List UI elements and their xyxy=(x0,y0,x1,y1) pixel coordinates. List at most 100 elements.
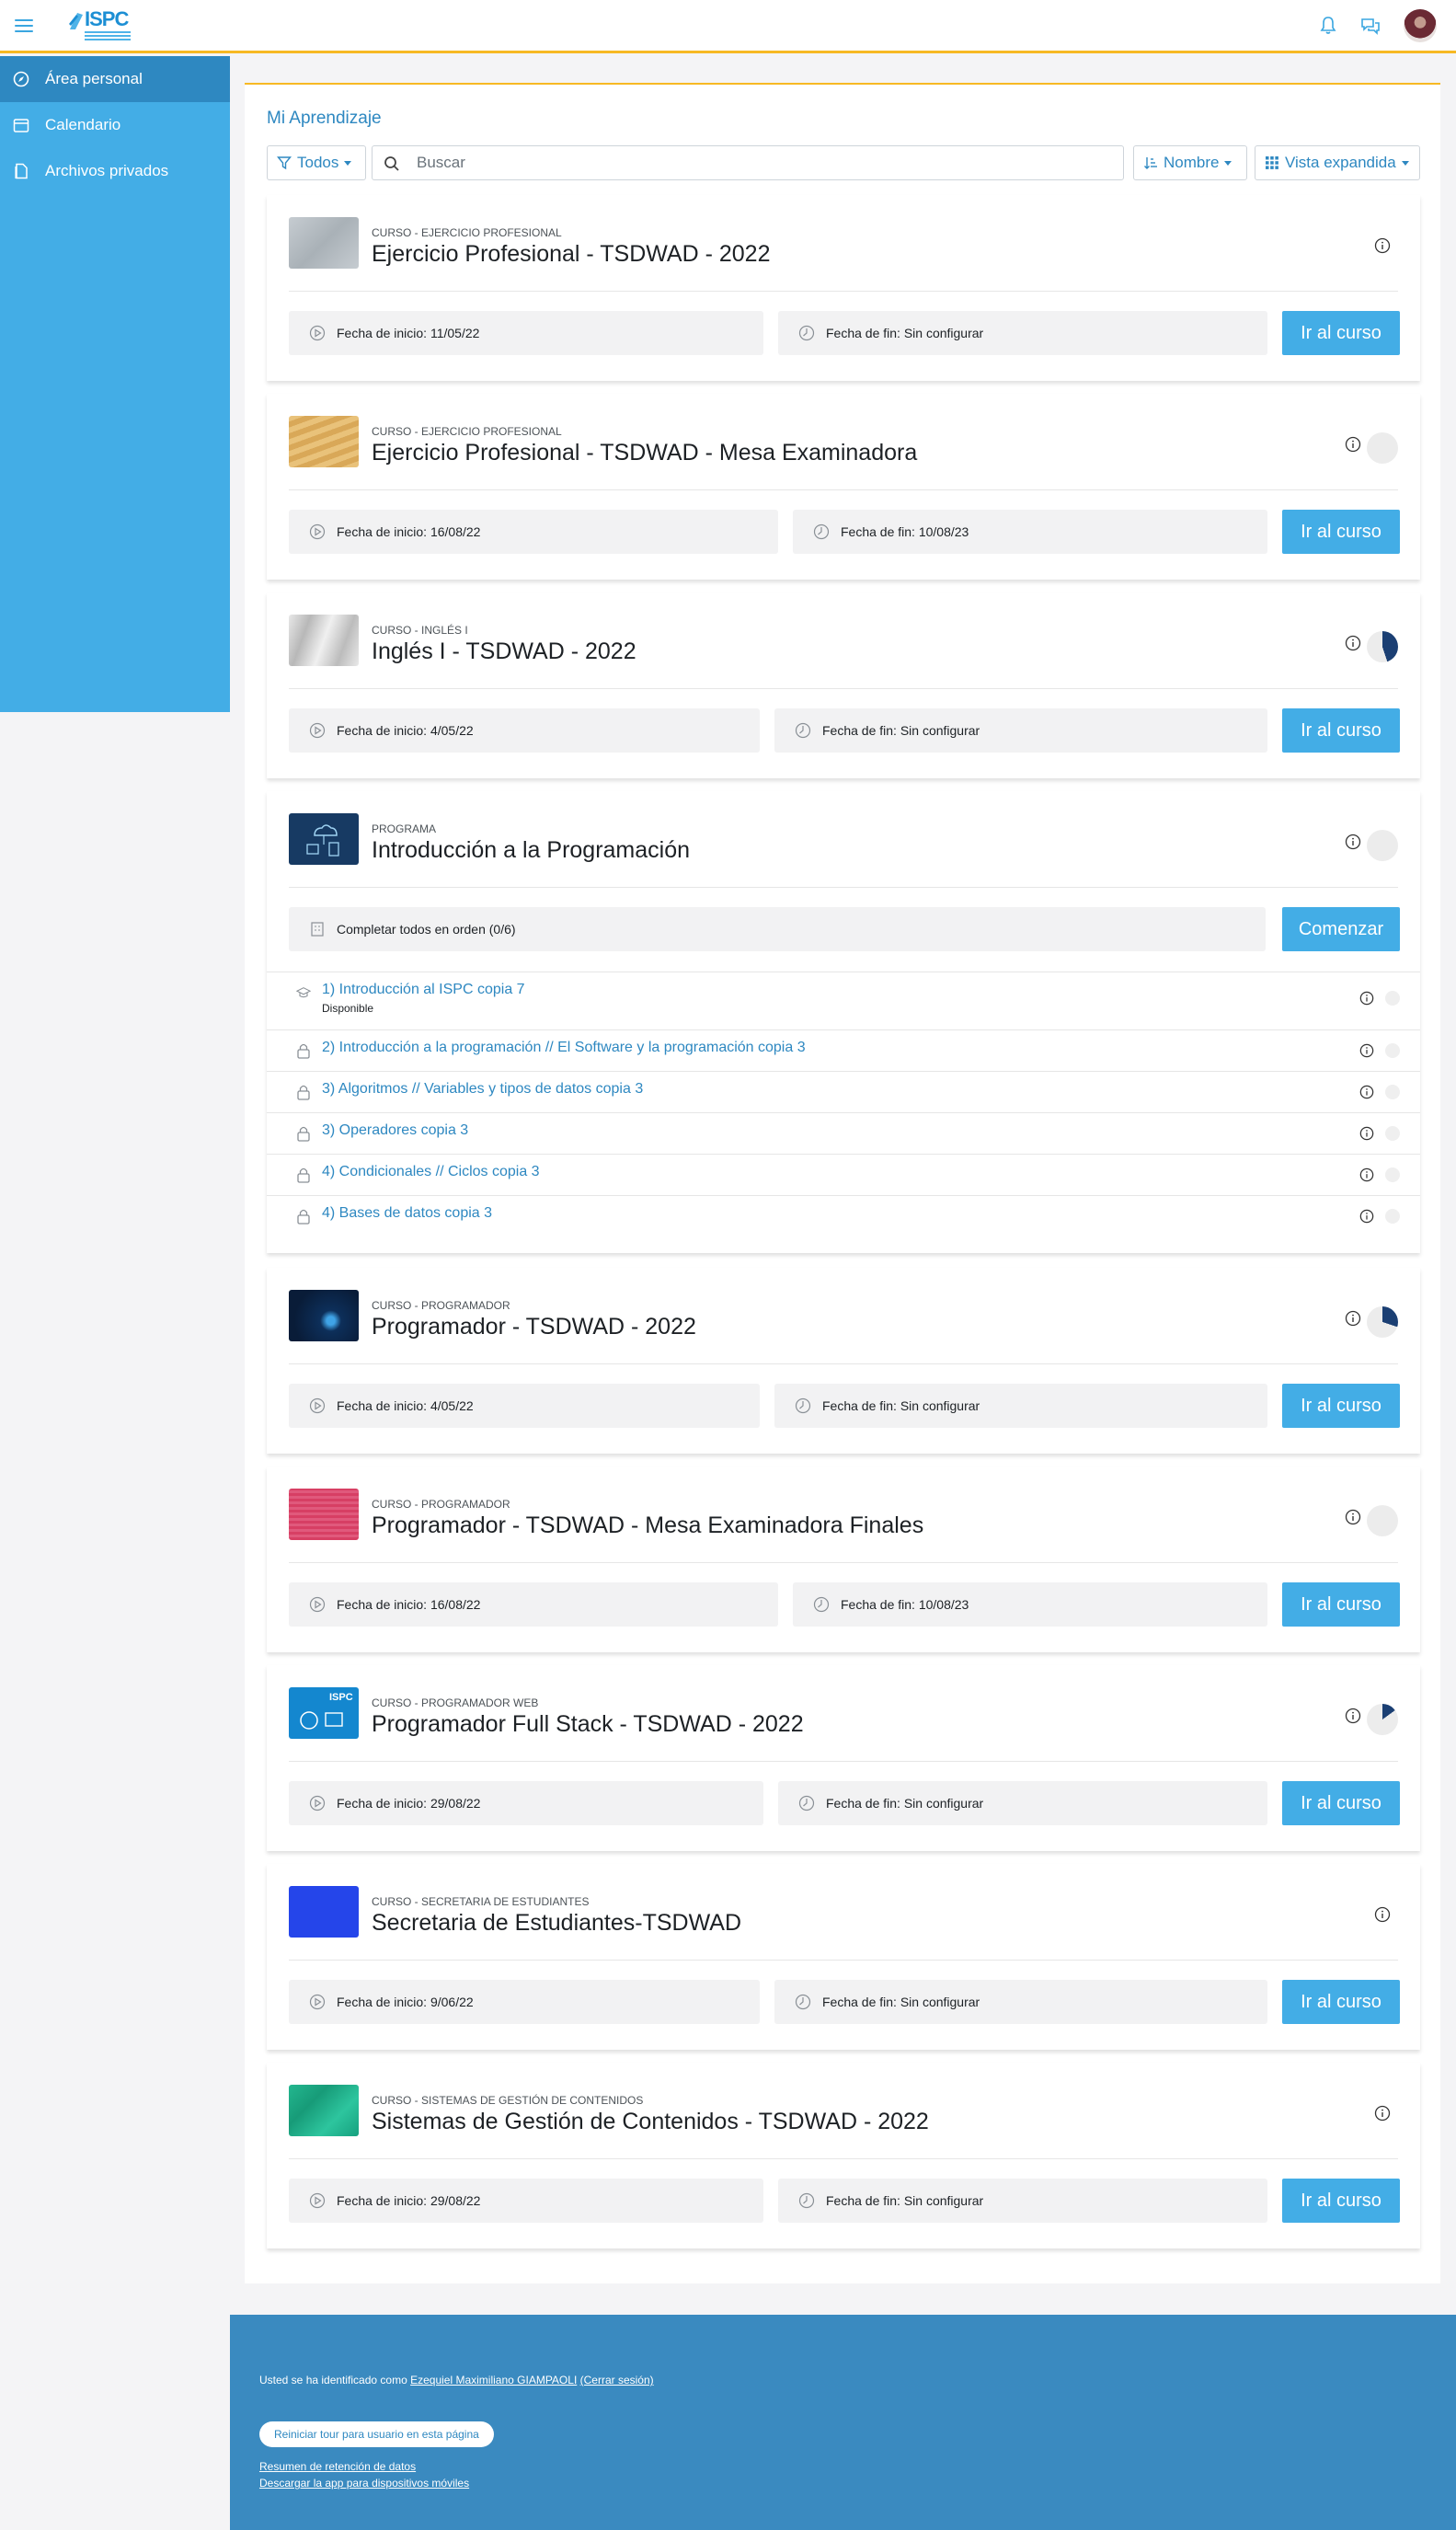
start-date-text: Fecha de inicio: 29/08/22 xyxy=(337,2193,481,2208)
course-name[interactable]: Programador - TSDWAD - 2022 xyxy=(372,1314,696,1340)
program-course-item[interactable]: 1) Introducción al ISPC copia 7 Disponib… xyxy=(267,972,1420,1029)
clock-icon xyxy=(798,2192,815,2209)
info-icon[interactable] xyxy=(1359,1085,1374,1099)
course-category: Curso - Ejercicio Profesional xyxy=(372,226,562,239)
program-course-link[interactable]: 2) Introducción a la programación // El … xyxy=(322,1040,806,1056)
info-icon[interactable] xyxy=(1359,1209,1374,1224)
course-image[interactable] xyxy=(289,416,359,467)
course-image[interactable] xyxy=(289,1290,359,1341)
course-name[interactable]: Programador - TSDWAD - Mesa Examinadora … xyxy=(372,1512,923,1539)
course-image[interactable] xyxy=(289,1489,359,1540)
course-image[interactable] xyxy=(289,615,359,666)
divider xyxy=(289,489,1398,490)
info-icon[interactable] xyxy=(1345,1708,1361,1724)
progress-dot xyxy=(1385,1209,1400,1224)
course-image[interactable]: ISPC xyxy=(289,1687,359,1739)
play-icon xyxy=(309,325,326,341)
end-date-text: Fecha de fin: 10/08/23 xyxy=(841,1597,969,1612)
user-profile-link[interactable]: Ezequiel Maximiliano GIAMPAOLI xyxy=(410,2374,577,2386)
end-date-text: Fecha de fin: Sin configurar xyxy=(826,326,984,340)
bell-icon[interactable] xyxy=(1317,15,1339,37)
info-icon[interactable] xyxy=(1345,436,1361,453)
end-date-text: Fecha de fin: Sin configurar xyxy=(826,1796,984,1811)
menu-icon[interactable] xyxy=(15,17,33,35)
course-card: Curso - Programador Programador - TSDWAD… xyxy=(267,1466,1420,1652)
info-icon[interactable] xyxy=(1345,1310,1361,1327)
info-icon[interactable] xyxy=(1374,2105,1391,2122)
course-image[interactable] xyxy=(289,2085,359,2136)
course-image[interactable] xyxy=(289,217,359,269)
go-to-course-button[interactable]: Ir al curso xyxy=(1282,2179,1400,2223)
course-image[interactable] xyxy=(289,1886,359,1938)
view-dropdown[interactable]: Vista expandida xyxy=(1255,145,1420,180)
start-date: Fecha de inicio: 4/05/22 xyxy=(289,708,760,753)
reset-tour-button[interactable]: Reiniciar tour para usuario en esta pági… xyxy=(259,2421,494,2447)
program-course-item[interactable]: 4) Bases de datos copia 3 xyxy=(267,1195,1420,1236)
sort-dropdown[interactable]: Nombre xyxy=(1133,145,1247,180)
course-name[interactable]: Ejercicio Profesional - TSDWAD - 2022 xyxy=(372,241,770,268)
search-box[interactable] xyxy=(372,145,1124,180)
info-icon[interactable] xyxy=(1374,1906,1391,1923)
info-icon[interactable] xyxy=(1374,237,1391,254)
course-name[interactable]: Secretaria de Estudiantes-TSDWAD xyxy=(372,1910,741,1937)
course-name[interactable]: Programador Full Stack - TSDWAD - 2022 xyxy=(372,1711,804,1738)
course-category: Curso - Secretaria de Estudiantes xyxy=(372,1895,590,1908)
end-date: Fecha de fin: Sin configurar xyxy=(778,311,1267,355)
chat-icon[interactable] xyxy=(1359,15,1381,37)
go-to-course-button[interactable]: Ir al curso xyxy=(1282,510,1400,554)
completion-order: Completar todos en orden (0/6) xyxy=(289,907,1266,951)
data-retention-link[interactable]: Resumen de retención de datos xyxy=(259,2460,416,2473)
start-date-text: Fecha de inicio: 29/08/22 xyxy=(337,1796,481,1811)
go-to-course-button[interactable]: Ir al curso xyxy=(1282,708,1400,753)
program-course-link[interactable]: 4) Condicionales // Ciclos copia 3 xyxy=(322,1164,540,1180)
progress-dot xyxy=(1385,1085,1400,1099)
course-name[interactable]: Sistemas de Gestión de Contenidos - TSDW… xyxy=(372,2109,929,2135)
info-icon[interactable] xyxy=(1345,834,1361,850)
program-name[interactable]: Introducción a la Programación xyxy=(372,837,690,864)
go-to-course-button[interactable]: Ir al curso xyxy=(1282,1980,1400,2024)
sidebar-item-calendario[interactable]: Calendario xyxy=(0,102,230,148)
clock-icon xyxy=(798,1795,815,1811)
course-name[interactable]: Inglés I - TSDWAD - 2022 xyxy=(372,638,636,665)
program-course-item[interactable]: 3) Algoritmos // Variables y tipos de da… xyxy=(267,1071,1420,1112)
start-date-text: Fecha de inicio: 16/08/22 xyxy=(337,1597,481,1612)
logout-link[interactable]: (Cerrar sesión) xyxy=(580,2374,654,2386)
course-name[interactable]: Ejercicio Profesional - TSDWAD - Mesa Ex… xyxy=(372,440,917,466)
ispc-badge-icon: ISPC xyxy=(300,1692,353,1730)
program-image[interactable] xyxy=(289,813,359,865)
mobile-app-link[interactable]: Descargar la app para dispositivos móvil… xyxy=(259,2477,469,2490)
program-course-item[interactable]: 2) Introducción a la programación // El … xyxy=(267,1029,1420,1071)
start-program-button[interactable]: Comenzar xyxy=(1282,907,1400,951)
info-icon[interactable] xyxy=(1345,635,1361,651)
info-icon[interactable] xyxy=(1359,1126,1374,1141)
sort-label: Nombre xyxy=(1164,154,1220,171)
program-course-link[interactable]: 4) Bases de datos copia 3 xyxy=(322,1205,492,1222)
caret-down-icon xyxy=(344,160,352,166)
program-course-item[interactable]: 4) Condicionales // Ciclos copia 3 xyxy=(267,1154,1420,1195)
start-date: Fecha de inicio: 11/05/22 xyxy=(289,311,763,355)
go-to-course-button[interactable]: Ir al curso xyxy=(1282,1781,1400,1825)
info-icon[interactable] xyxy=(1345,1509,1361,1525)
go-to-course-button[interactable]: Ir al curso xyxy=(1282,311,1400,355)
user-avatar[interactable] xyxy=(1404,9,1437,42)
info-icon[interactable] xyxy=(1359,1167,1374,1182)
search-input[interactable] xyxy=(417,154,1060,172)
sidebar-item-archivos-privados[interactable]: Archivos privados xyxy=(0,148,230,194)
course-category: Curso - Ejercicio Profesional xyxy=(372,425,562,438)
site-logo[interactable]: ISPC xyxy=(68,7,132,44)
start-date: Fecha de inicio: 16/08/22 xyxy=(289,1582,778,1627)
go-to-course-button[interactable]: Ir al curso xyxy=(1282,1582,1400,1627)
course-category: Curso - Programador xyxy=(372,1498,510,1511)
progress-circle xyxy=(1367,1306,1398,1338)
dashboard-icon xyxy=(13,71,29,87)
program-course-link[interactable]: 1) Introducción al ISPC copia 7 xyxy=(322,982,525,998)
sidebar-item-area-personal[interactable]: Área personal xyxy=(0,56,230,102)
program-course-item[interactable]: 3) Operadores copia 3 xyxy=(267,1112,1420,1154)
info-icon[interactable] xyxy=(1359,1043,1374,1058)
filter-dropdown[interactable]: Todos xyxy=(267,145,366,180)
program-course-link[interactable]: 3) Operadores copia 3 xyxy=(322,1122,468,1139)
program-course-link[interactable]: 3) Algoritmos // Variables y tipos de da… xyxy=(322,1081,643,1098)
divider xyxy=(289,688,1398,689)
go-to-course-button[interactable]: Ir al curso xyxy=(1282,1384,1400,1428)
info-icon[interactable] xyxy=(1359,991,1374,1006)
